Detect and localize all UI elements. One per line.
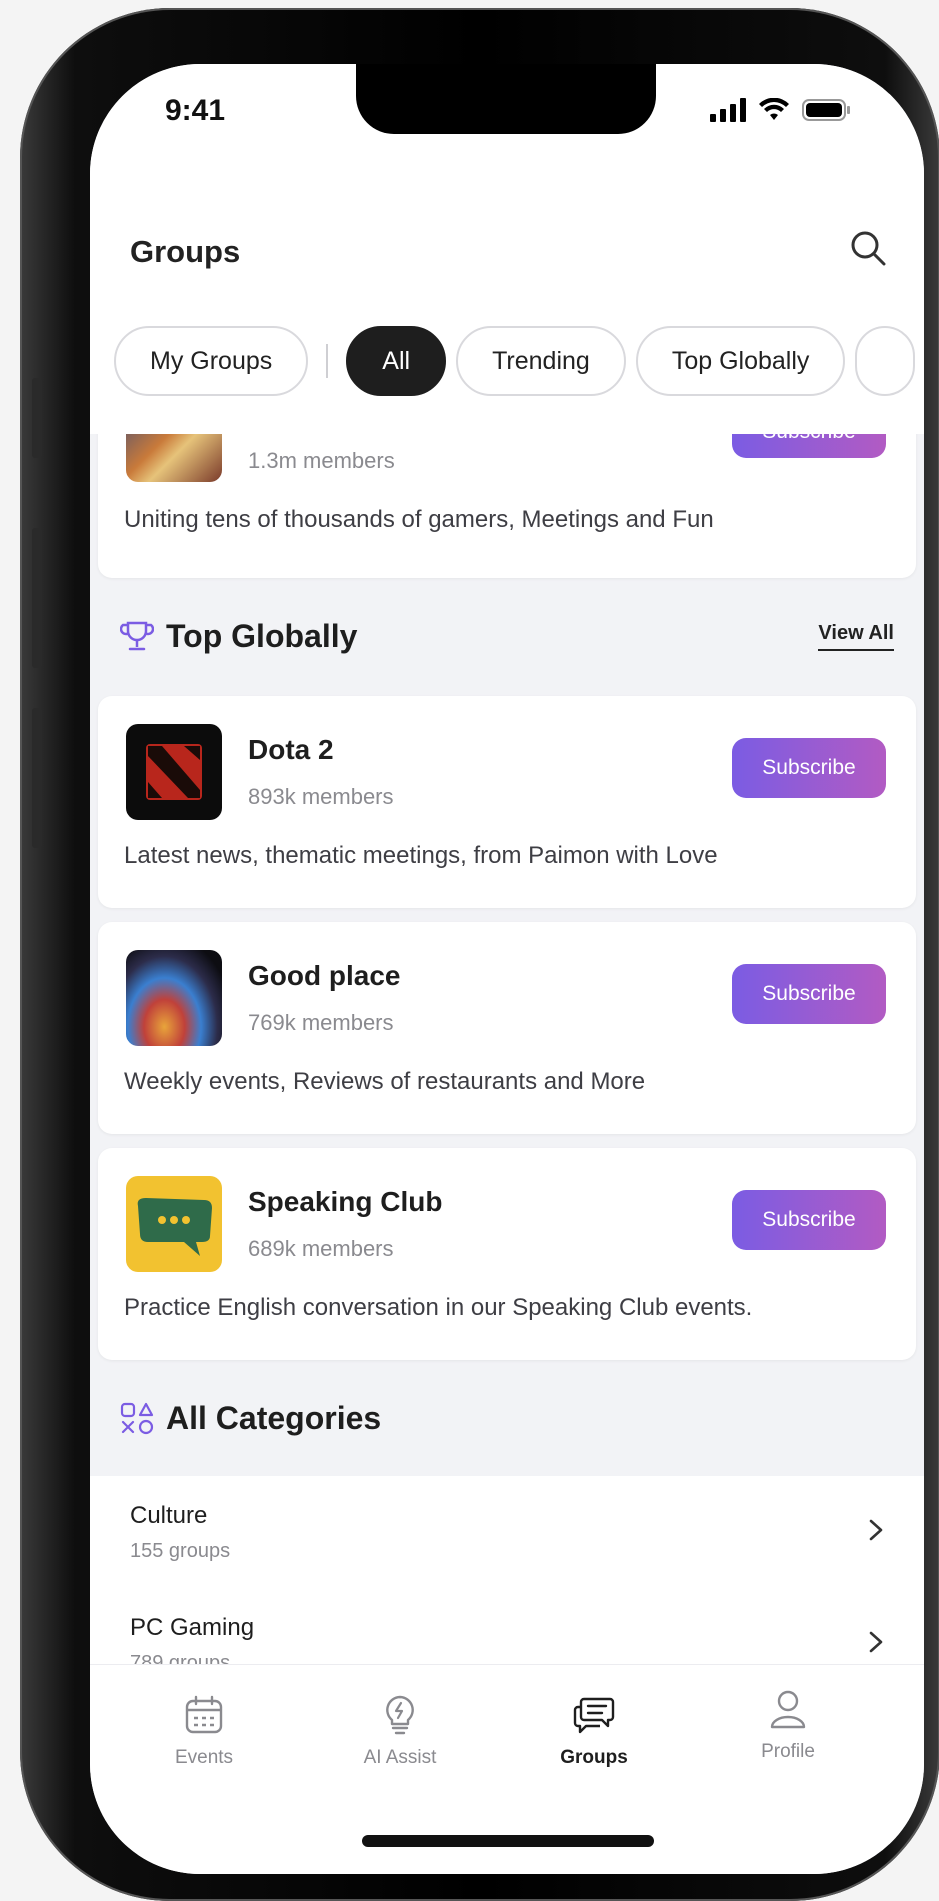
top-globally-header: Top Globally View All xyxy=(120,618,894,655)
filter-chips: My Groups All Trending Top Globally xyxy=(114,326,916,396)
status-time: 9:41 xyxy=(165,94,226,127)
calendar-icon xyxy=(185,1695,223,1734)
categories-icon xyxy=(120,1402,154,1434)
subscribe-button[interactable]: Subscribe xyxy=(732,1190,886,1250)
nav-label: Events xyxy=(174,1747,234,1768)
featured-group-card[interactable]: 1.3m members Subscribe Uniting tens of t… xyxy=(98,434,916,578)
chevron-right-icon xyxy=(869,1631,883,1653)
nav-item-ai-assist[interactable]: AI Assist xyxy=(320,1693,480,1769)
chevron-right-icon xyxy=(869,1519,883,1541)
category-name: PC Gaming xyxy=(130,1614,255,1641)
featured-group-thumbnail xyxy=(126,434,222,482)
group-description: Practice English conversation in our Spe… xyxy=(124,1294,753,1321)
group-card-speaking-club[interactable]: Speaking Club 689k members Subscribe Pra… xyxy=(98,1148,916,1360)
group-name: Dota 2 xyxy=(248,734,334,765)
user-icon xyxy=(770,1690,806,1729)
group-name: Speaking Club xyxy=(248,1186,443,1217)
chat-icon xyxy=(573,1697,615,1734)
wifi-icon xyxy=(759,98,789,120)
group-members: 689k members xyxy=(248,1236,394,1261)
group-members: 893k members xyxy=(248,784,394,809)
dota-logo-icon xyxy=(146,744,202,800)
page-title: Groups xyxy=(130,234,241,269)
group-name: Good place xyxy=(248,960,401,991)
featured-group-description: Uniting tens of thousands of gamers, Mee… xyxy=(124,506,714,533)
notch xyxy=(356,64,656,134)
group-card-good-place[interactable]: Good place 769k members Subscribe Weekly… xyxy=(98,922,916,1134)
battery-icon xyxy=(802,99,850,121)
search-icon[interactable] xyxy=(848,228,888,268)
speaking-club-thumbnail xyxy=(126,1176,222,1272)
subscribe-button[interactable]: Subscribe xyxy=(732,964,886,1024)
bottom-nav: Events AI Assist Groups Profile xyxy=(90,1664,924,1874)
good-place-thumbnail xyxy=(126,950,222,1046)
group-description: Latest news, thematic meetings, from Pai… xyxy=(124,842,718,869)
nav-label: Profile xyxy=(761,1741,815,1762)
home-indicator xyxy=(362,1835,654,1847)
all-categories-title: All Categories xyxy=(166,1400,382,1436)
speech-bubble-icon xyxy=(137,1198,212,1256)
phone-screen: 9:41 Groups My Groups All Trending Top G… xyxy=(90,64,924,1874)
volume-down-button xyxy=(32,708,42,848)
chip-all[interactable]: All xyxy=(346,326,447,396)
chip-my-groups[interactable]: My Groups xyxy=(114,326,309,396)
lightbulb-icon xyxy=(386,1695,414,1735)
phone-frame: 9:41 Groups My Groups All Trending Top G… xyxy=(20,8,939,1901)
group-card-dota-2[interactable]: Dota 2 893k members Subscribe Latest new… xyxy=(98,696,916,908)
featured-group-members: 1.3m members xyxy=(248,448,395,473)
mute-switch xyxy=(32,378,42,458)
trophy-icon xyxy=(120,621,154,650)
categories-list: Culture 155 groups PC Gaming 789 groups xyxy=(90,1476,924,1694)
nav-label: AI Assist xyxy=(363,1747,437,1768)
header: Groups My Groups All Trending Top Global… xyxy=(90,154,924,434)
status-icons xyxy=(710,98,852,122)
nav-item-profile[interactable]: Profile xyxy=(708,1687,868,1763)
top-globally-title: Top Globally xyxy=(166,618,358,654)
dota-2-thumbnail xyxy=(126,724,222,820)
category-name: Culture xyxy=(130,1502,208,1529)
chip-top-globally[interactable]: Top Globally xyxy=(635,326,846,396)
group-description: Weekly events, Reviews of restaurants an… xyxy=(124,1068,646,1095)
subscribe-button[interactable]: Subscribe xyxy=(732,738,886,798)
all-categories-header: All Categories xyxy=(120,1400,894,1437)
nav-item-events[interactable]: Events xyxy=(124,1693,284,1769)
nav-label: Groups xyxy=(560,1747,628,1768)
content-scroll[interactable]: 1.3m members Subscribe Uniting tens of t… xyxy=(90,434,924,1694)
volume-up-button xyxy=(32,528,42,668)
chip-more[interactable] xyxy=(855,326,916,396)
signal-icon xyxy=(710,98,746,122)
view-all-link[interactable]: View All xyxy=(818,622,894,651)
subscribe-button[interactable]: Subscribe xyxy=(732,434,886,458)
category-row-culture[interactable]: Culture 155 groups xyxy=(90,1476,924,1588)
chip-trending[interactable]: Trending xyxy=(456,326,626,396)
category-count: 155 groups xyxy=(130,1540,231,1562)
chip-divider xyxy=(326,344,329,378)
nav-item-groups[interactable]: Groups xyxy=(514,1693,674,1769)
group-members: 769k members xyxy=(248,1010,394,1035)
